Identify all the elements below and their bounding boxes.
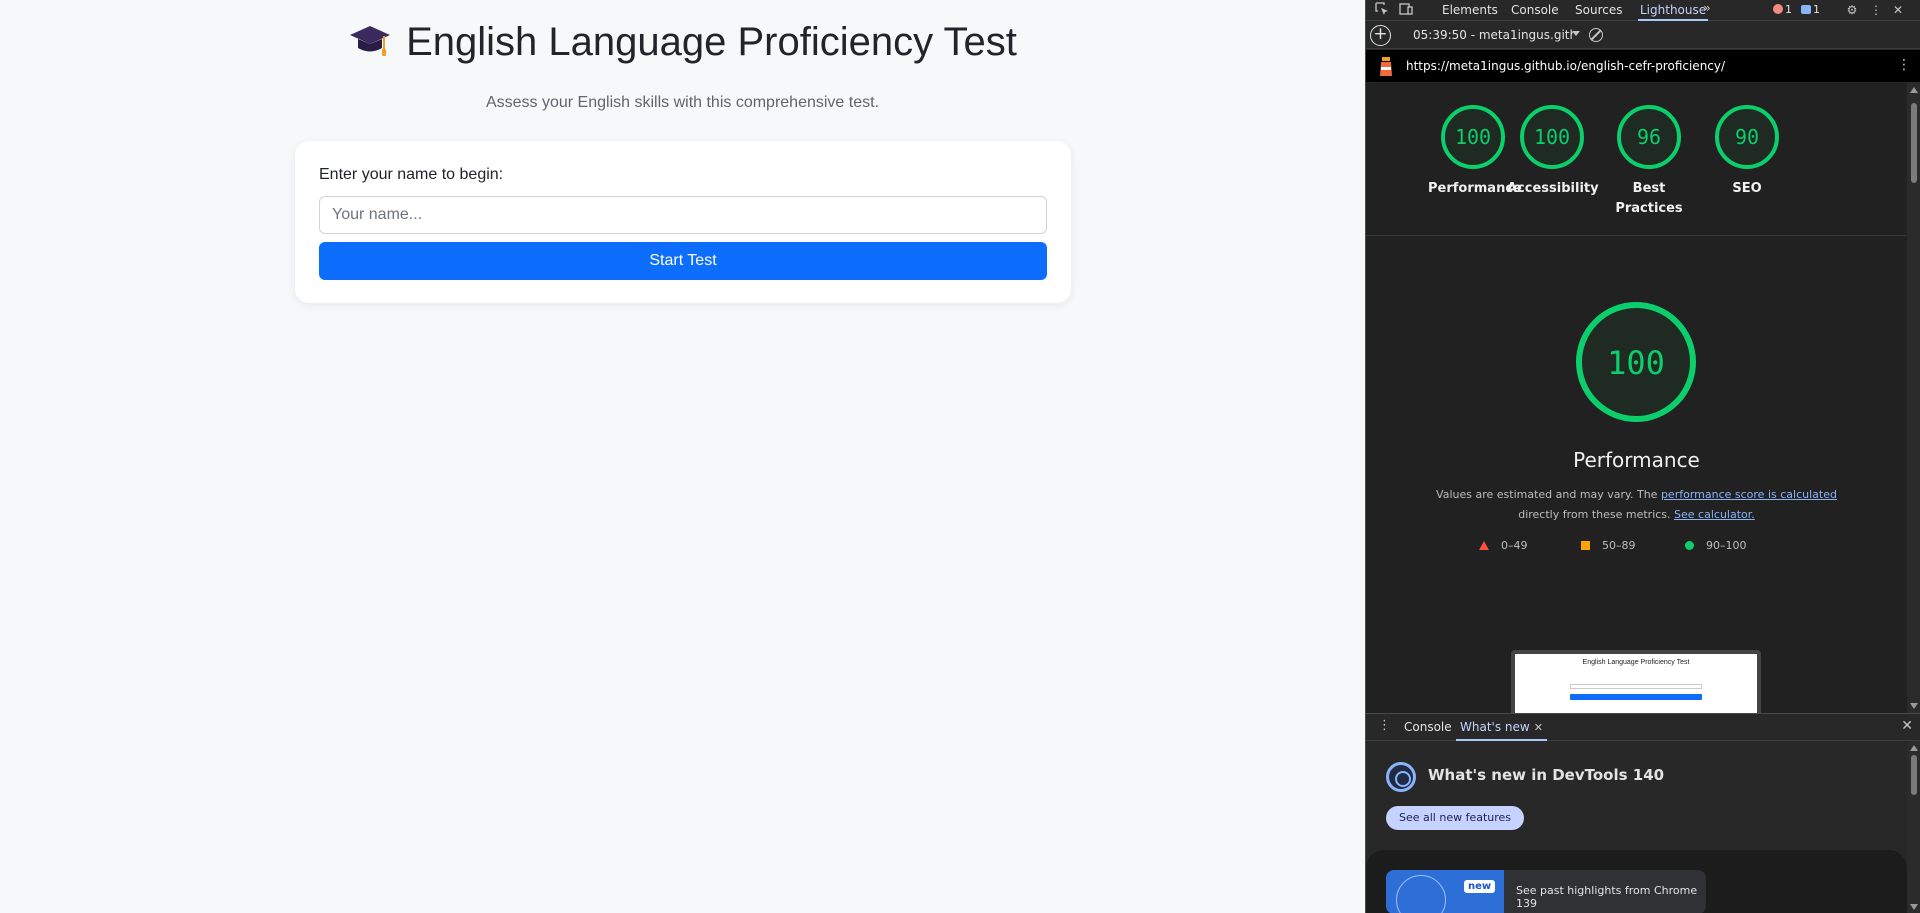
highlight-text: See past highlights from Chrome 139: [1516, 884, 1698, 910]
score-gauge-seo[interactable]: 90 SEO: [1702, 103, 1792, 199]
inspect-element-icon[interactable]: [1374, 2, 1390, 18]
chrome-logo-icon: [1386, 762, 1416, 792]
performance-title: Performance: [1573, 448, 1700, 472]
section-divider: [1366, 235, 1907, 236]
message-icon: [1801, 5, 1811, 14]
whats-new-heading: What's new in DevTools 140: [1428, 766, 1665, 784]
scroll-down-arrow-icon[interactable]: [1910, 904, 1918, 910]
close-devtools-icon[interactable]: ✕: [1890, 2, 1906, 18]
new-report-plus-icon[interactable]: +: [1370, 25, 1391, 46]
highlight-card[interactable]: new See past highlights from Chrome 139: [1386, 870, 1706, 913]
tab-console[interactable]: Console: [1511, 0, 1559, 21]
tab-elements[interactable]: Elements: [1442, 0, 1498, 21]
message-count-badge[interactable]: 1: [1801, 3, 1820, 16]
score-label: Performance: [1428, 181, 1522, 196]
more-options-icon[interactable]: ⋮: [1868, 2, 1884, 18]
error-count-badge[interactable]: 1: [1773, 3, 1792, 16]
report-url[interactable]: https://meta1ingus.github.io/english-cef…: [1406, 59, 1725, 73]
report-select[interactable]: 05:39:50 - meta1ingus.github: [1413, 28, 1573, 42]
lighthouse-toolbar: + 05:39:50 - meta1ingus.github: [1366, 22, 1920, 49]
thumbnail-input: [1570, 684, 1702, 689]
performance-score-value: 100: [1607, 344, 1665, 382]
legend-average: 50–89: [1581, 539, 1636, 552]
scroll-up-arrow-icon[interactable]: [1910, 745, 1918, 751]
close-drawer-icon[interactable]: ✕: [1901, 718, 1913, 734]
start-form-card: Enter your name to begin: Start Test: [295, 141, 1071, 303]
score-calculation-link[interactable]: performance score is calculated: [1661, 488, 1837, 501]
devtools-tabbar: Elements Console Sources Lighthouse » 1 …: [1366, 0, 1920, 21]
highlights-section: new See past highlights from Chrome 139: [1366, 850, 1907, 913]
drawer-tabbar: ⋮ Console What's new ✕ ✕: [1366, 714, 1920, 741]
drawer-scrollbar[interactable]: [1907, 741, 1920, 913]
score-gauge-accessibility[interactable]: 100 Accessibility: [1507, 103, 1599, 199]
devtools-panel: Elements Console Sources Lighthouse » 1 …: [1365, 0, 1920, 913]
performance-description: Values are estimated and may vary. The p…: [1436, 488, 1837, 521]
clear-reports-icon[interactable]: [1589, 28, 1603, 42]
devtools-drawer: ⋮ Console What's new ✕ ✕ What's new in De…: [1366, 713, 1920, 913]
performance-big-gauge: 100: [1573, 299, 1699, 429]
fail-triangle-icon: [1479, 541, 1489, 550]
thumbnail-title: English Language Proficiency Test: [1582, 659, 1690, 666]
score-label: Accessibility: [1507, 181, 1599, 196]
score-value: 90: [1735, 125, 1759, 149]
settings-gear-icon[interactable]: ⚙: [1844, 2, 1860, 18]
page-title-text: English Language Proficiency Test: [406, 20, 1017, 64]
report-url-bar: https://meta1ingus.github.io/english-cef…: [1366, 50, 1920, 82]
page-title: English Language Proficiency Test: [0, 20, 1365, 65]
page-screenshot-thumbnail[interactable]: English Language Proficiency Test: [1511, 650, 1761, 713]
score-gauge-best-practices[interactable]: 96 Best Practices: [1604, 103, 1694, 219]
report-menu-icon[interactable]: ⋮: [1897, 57, 1911, 73]
more-tabs-icon[interactable]: »: [1699, 0, 1715, 16]
see-calculator-link[interactable]: See calculator.: [1674, 508, 1755, 521]
error-icon: [1773, 4, 1783, 14]
score-value: 100: [1534, 125, 1570, 149]
scroll-thumb[interactable]: [1911, 755, 1917, 795]
score-gauge-performance[interactable]: 100 Performance: [1428, 103, 1522, 199]
score-legend: 0–49 50–89 90–100: [1366, 539, 1907, 559]
see-all-features-button[interactable]: See all new features: [1386, 806, 1525, 830]
graduation-cap-icon: [348, 20, 392, 60]
close-tab-icon[interactable]: ✕: [1534, 721, 1543, 734]
legend-fail: 0–49: [1479, 539, 1528, 552]
thumbnail-button: [1570, 694, 1702, 700]
score-value: 96: [1637, 125, 1661, 149]
score-label: Best Practices: [1615, 181, 1683, 216]
device-toolbar-icon[interactable]: [1398, 2, 1414, 18]
page-subtitle: Assess your English skills with this com…: [485, 94, 880, 111]
start-test-button[interactable]: Start Test: [319, 242, 1047, 280]
lighthouse-logo-icon: [1378, 55, 1394, 77]
average-square-icon: [1581, 541, 1590, 550]
new-badge: new: [1464, 880, 1496, 893]
score-value: 100: [1455, 125, 1491, 149]
pass-circle-icon: [1685, 541, 1694, 550]
scroll-up-arrow-icon[interactable]: [1910, 87, 1918, 93]
drawer-menu-icon[interactable]: ⋮: [1378, 718, 1391, 733]
name-label: Enter your name to begin:: [319, 166, 504, 183]
drawer-tab-console[interactable]: Console: [1404, 714, 1452, 741]
legend-pass: 90–100: [1685, 539, 1747, 552]
tab-sources[interactable]: Sources: [1575, 0, 1622, 21]
score-label: SEO: [1732, 181, 1762, 196]
highlight-ring-graphic: [1396, 875, 1446, 913]
tab-lighthouse[interactable]: Lighthouse: [1638, 0, 1709, 21]
drawer-tab-whats-new[interactable]: What's new ✕: [1456, 714, 1547, 741]
lighthouse-report: 100 Performance 100 Accessibility 96 Bes…: [1366, 83, 1907, 713]
scroll-thumb[interactable]: [1911, 103, 1917, 183]
name-input[interactable]: [319, 196, 1047, 234]
highlight-image: new: [1386, 870, 1504, 913]
scroll-down-arrow-icon[interactable]: [1910, 703, 1918, 709]
chevron-down-icon[interactable]: [1572, 31, 1580, 36]
report-scrollbar[interactable]: [1907, 83, 1920, 713]
web-page: English Language Proficiency Test Assess…: [0, 0, 1365, 913]
